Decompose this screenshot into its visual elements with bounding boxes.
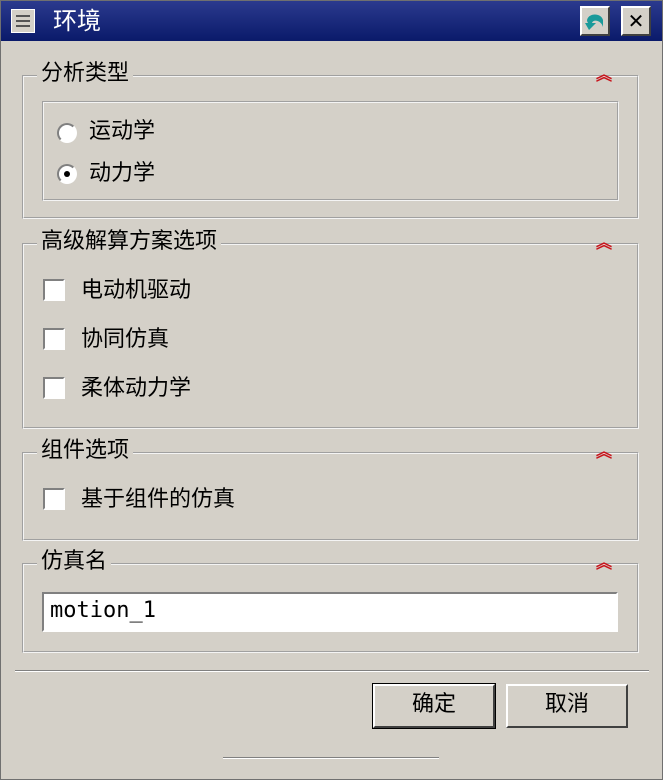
collapse-advanced-solver-icon[interactable]: ︽ — [594, 235, 614, 258]
collapse-simulation-name-icon[interactable]: ︽ — [594, 555, 614, 578]
close-button[interactable]: ✕ — [621, 6, 651, 36]
kinematics-radio[interactable] — [57, 123, 77, 143]
collapse-component-options-icon[interactable]: ︽ — [594, 444, 614, 467]
title-bar[interactable]: 环境 ✕ — [1, 1, 662, 41]
close-icon: ✕ — [627, 9, 645, 33]
co-simulation-label: 协同仿真 — [81, 327, 170, 352]
flexible-dynamics-checkbox[interactable] — [43, 377, 65, 399]
flexible-dynamics-label: 柔体动力学 — [81, 376, 192, 401]
co-simulation-checkbox[interactable] — [43, 328, 65, 350]
dynamics-radio[interactable] — [57, 164, 77, 184]
window-title: 环境 — [53, 7, 101, 35]
motor-driver-checkbox[interactable] — [43, 279, 65, 301]
component-based-simulation-checkbox[interactable] — [43, 488, 65, 510]
back-button[interactable] — [580, 6, 610, 36]
divider — [15, 670, 649, 672]
simulation-name-title: 仿真名 — [37, 548, 112, 576]
ok-button[interactable]: 确定 — [372, 683, 496, 729]
component-based-simulation-label: 基于组件的仿真 — [81, 487, 236, 512]
simulation-name-input[interactable]: motion_1 — [42, 592, 618, 632]
cancel-button[interactable]: 取消 — [506, 684, 628, 728]
motor-driver-label: 电动机驱动 — [81, 278, 192, 303]
selected-dot — [64, 171, 70, 177]
dynamics-label: 动力学 — [89, 161, 156, 186]
component-options-title: 组件选项 — [37, 437, 134, 465]
collapse-analysis-type-icon[interactable]: ︽ — [594, 67, 614, 90]
environment-dialog: 环境 ✕ 分析类型 ︽ 运动学 动力学 高级解算方案选项 ︽ 电动机驱动 协同仿… — [0, 0, 663, 780]
kinematics-label: 运动学 — [89, 119, 156, 144]
advanced-solver-title: 高级解算方案选项 — [37, 228, 222, 256]
window-menu-icon[interactable] — [11, 9, 35, 33]
resize-grip[interactable] — [223, 757, 439, 759]
analysis-type-title: 分析类型 — [37, 60, 134, 88]
back-arrow-icon — [585, 14, 603, 30]
